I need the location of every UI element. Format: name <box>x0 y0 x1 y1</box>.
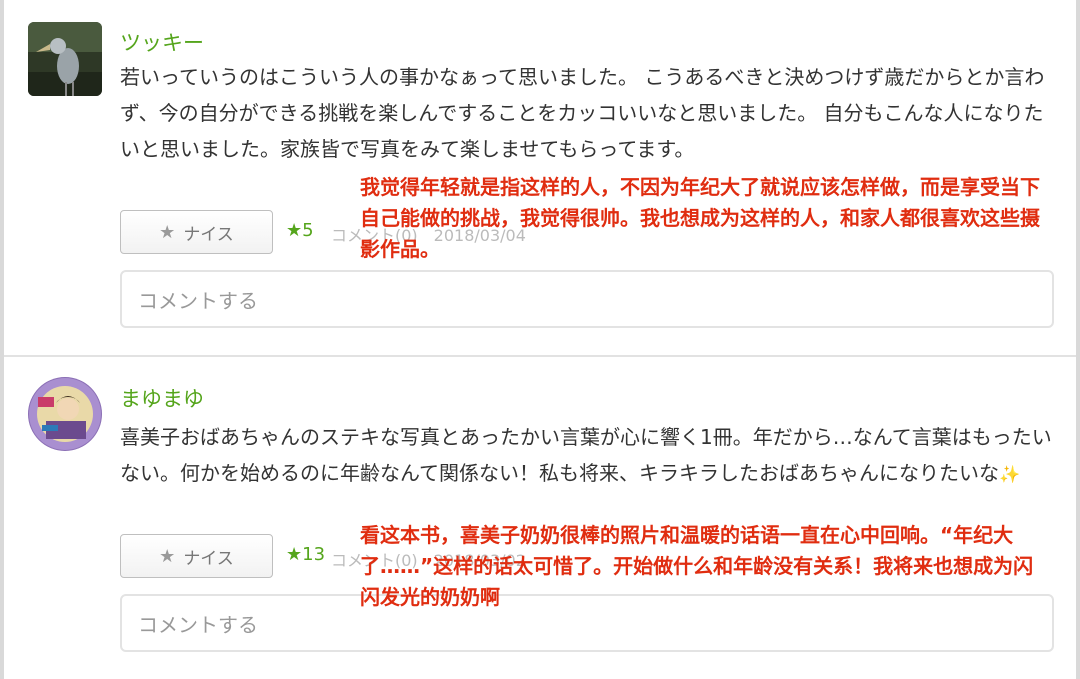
username[interactable]: まゆまゆ <box>120 383 204 413</box>
nice-button[interactable]: ★ ナイス <box>120 534 273 578</box>
reply-input[interactable]: コメントする <box>120 270 1054 328</box>
nice-count: ★5 <box>286 220 314 241</box>
comment-body: 若いっていうのはこういう人の事かなぁって思いました。 こうあるべきと決めつけず歳… <box>120 65 1045 161</box>
bird-photo-avatar-image <box>28 22 102 96</box>
translation-overlay: 看这本书，喜美子奶奶很棒的照片和温暖的话语一直在心中回响。“年纪大了……”这样的… <box>360 523 1034 609</box>
comment-body-text: 喜美子おばあちゃんのステキな写真とあったかい言葉が心に響く1冊。年だから…なんて… <box>120 425 1052 485</box>
translation-overlay: 我觉得年轻就是指这样的人，不因为年纪大了就说应该怎样做，而是享受当下自己能做的挑… <box>360 175 1040 261</box>
comment-item: まゆまゆ 喜美子おばあちゃんのステキな写真とあったかい言葉が心に響く1冊。年だか… <box>4 357 1076 679</box>
username[interactable]: ツッキー <box>120 27 204 57</box>
illustrated-avatar-image <box>28 377 102 451</box>
nice-button-label: ナイス <box>183 224 234 245</box>
right-border <box>1076 0 1080 679</box>
nice-button[interactable]: ★ ナイス <box>120 210 273 254</box>
avatar[interactable] <box>28 22 102 96</box>
nice-count: ★13 <box>286 544 326 565</box>
star-icon: ★ <box>159 221 176 243</box>
sparkle-icon: ✨ <box>999 465 1021 485</box>
nice-button-label: ナイス <box>183 548 234 569</box>
avatar[interactable] <box>28 377 102 451</box>
star-icon: ★ <box>159 545 176 567</box>
comment-item: ツッキー 若いっていうのはこういう人の事かなぁって思いました。 こうあるべきと決… <box>4 0 1076 356</box>
comment-body: 喜美子おばあちゃんのステキな写真とあったかい言葉が心に響く1冊。年だから…なんて… <box>120 419 1055 493</box>
